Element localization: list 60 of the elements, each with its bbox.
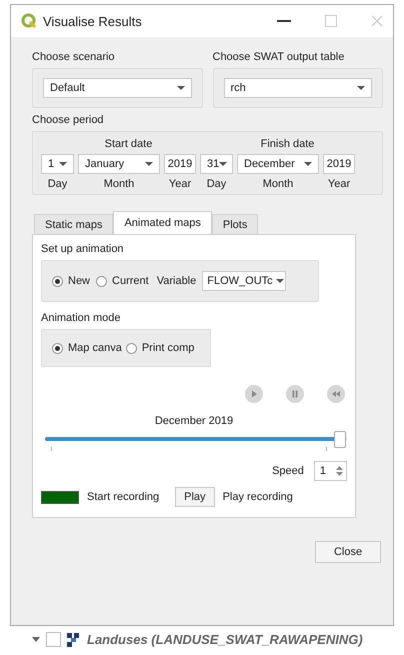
radio-button[interactable]: [126, 342, 137, 354]
radio-label: New: [68, 275, 90, 287]
year-field[interactable]: 2019: [164, 154, 196, 174]
variable-dropdown[interactable]: FLOW_OUTc: [202, 271, 286, 291]
radio-label: Current: [112, 275, 149, 287]
caret-icon: [176, 86, 184, 90]
field-label: Animation mode: [41, 312, 122, 324]
close-button[interactable]: Close: [315, 541, 381, 563]
tab[interactable]: Animated maps: [113, 211, 212, 235]
radio-label: Map canva: [68, 342, 122, 354]
field-label: Year: [326, 178, 352, 190]
date-heading: Finish date: [260, 138, 316, 150]
window-title: Visualise Results: [43, 14, 142, 28]
caret-icon: [145, 162, 153, 166]
field-label: Start recording: [87, 491, 160, 503]
current-date-label: December 2019: [154, 415, 234, 427]
radio-button[interactable]: [52, 276, 63, 286]
caret-icon: [304, 162, 312, 166]
field-label: Choose scenario: [32, 51, 116, 63]
field-label: Month: [102, 178, 136, 190]
radio-button[interactable]: [52, 342, 63, 354]
month-dropdown[interactable]: January: [78, 154, 160, 174]
layer-name[interactable]: Landuses (LANDUSE_SWAT_RAWAPENING): [87, 632, 363, 647]
layer-checkbox[interactable]: [46, 632, 61, 647]
day-dropdown[interactable]: 1: [41, 154, 74, 174]
field-label: Speed: [272, 465, 304, 477]
field-label: Day: [206, 178, 228, 190]
tab[interactable]: Plots: [212, 214, 258, 235]
caret-icon: [357, 86, 365, 90]
field-label: Month: [262, 178, 294, 190]
raster-layer-icon: [67, 632, 81, 646]
field-label: Choose SWAT output table: [212, 51, 346, 63]
spin-arrows-icon: [336, 466, 343, 476]
radio-label: Print comp: [142, 342, 194, 354]
rewind-icon[interactable]: [327, 385, 345, 403]
play-button[interactable]: Play: [175, 487, 215, 507]
caret-icon: [219, 162, 228, 166]
field-label: Variable: [156, 275, 196, 287]
month-dropdown[interactable]: December: [237, 154, 319, 174]
field-label: Day: [46, 178, 68, 190]
play-icon[interactable]: [245, 385, 263, 403]
date-heading: Start date: [104, 138, 154, 150]
tab[interactable]: Static maps: [34, 214, 114, 235]
year-field[interactable]: 2019: [323, 154, 355, 174]
field-label: Choose period: [32, 114, 105, 126]
output-table-dropdown[interactable]: rch: [224, 78, 372, 98]
app-logo-icon: [21, 13, 37, 29]
day-dropdown[interactable]: 31: [200, 154, 233, 174]
field-label: Set up animation: [41, 243, 125, 255]
radio-button[interactable]: [96, 276, 108, 286]
caret-icon: [276, 279, 284, 283]
scenario-dropdown[interactable]: Default: [43, 78, 192, 98]
caret-icon: [59, 162, 67, 166]
expand-caret-icon[interactable]: [32, 637, 40, 642]
pause-icon[interactable]: [286, 385, 304, 403]
record-button[interactable]: [41, 490, 79, 504]
field-label: Year: [168, 178, 192, 190]
timeline-slider[interactable]: [45, 431, 347, 447]
field-label: Play recording: [222, 491, 293, 503]
speed-spinbox[interactable]: 1: [314, 461, 347, 481]
